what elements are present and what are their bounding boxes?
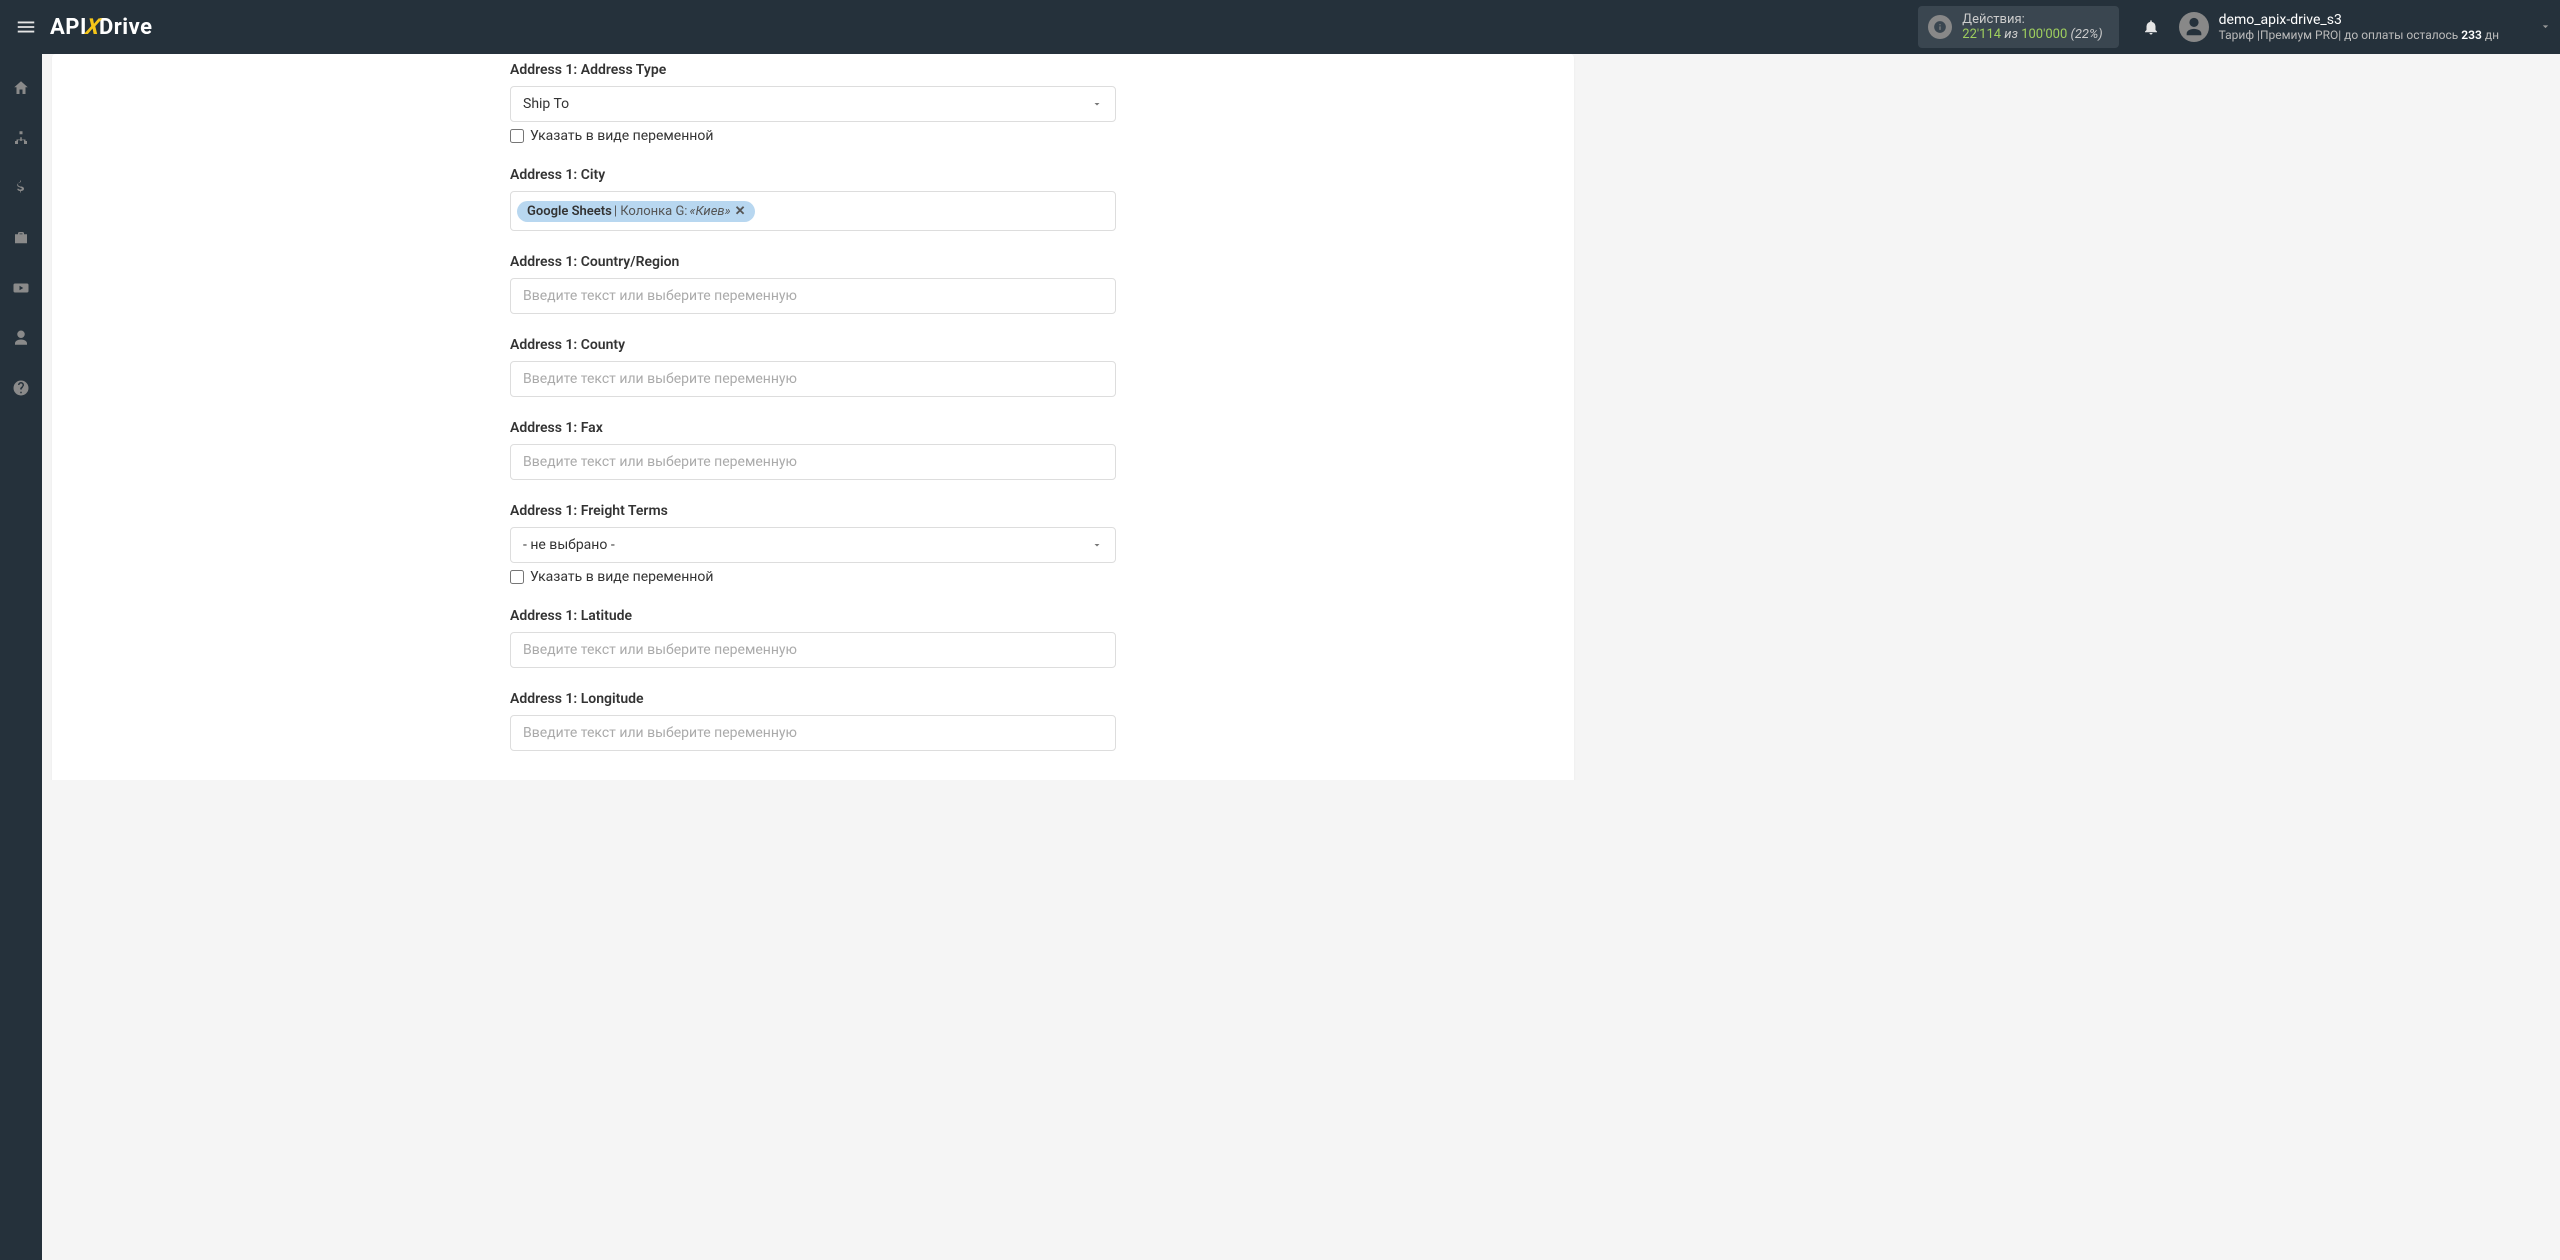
label-address-type: Address 1: Address Type xyxy=(510,62,1116,78)
field-longitude: Address 1: Longitude xyxy=(510,691,1116,751)
select-freight[interactable]: - не выбрано - xyxy=(510,527,1116,563)
input-latitude[interactable] xyxy=(510,632,1116,668)
logo[interactable]: API X Drive xyxy=(50,15,153,40)
actions-stats: 22'114 из 100'000 (22%) xyxy=(1962,27,2102,42)
field-city: Address 1: City Google Sheets | Колонка … xyxy=(510,167,1116,231)
input-country[interactable] xyxy=(510,278,1116,314)
bell-icon xyxy=(2142,18,2160,36)
actions-counter[interactable]: Действия: 22'114 из 100'000 (22%) xyxy=(1918,6,2118,48)
actions-title: Действия: xyxy=(1962,12,2102,27)
notifications-button[interactable] xyxy=(2131,18,2171,36)
hamburger-icon xyxy=(15,16,37,38)
chevron-down-icon xyxy=(2539,20,2552,33)
form-card: Address 1: Address Type Ship To Указать … xyxy=(52,54,1574,780)
input-fax[interactable] xyxy=(510,444,1116,480)
checkbox-freight-variable[interactable]: Указать в виде переменной xyxy=(510,569,1116,585)
logo-text-post: Drive xyxy=(99,15,153,40)
checkbox-input[interactable] xyxy=(510,129,524,143)
pill-remove[interactable]: ✕ xyxy=(735,204,746,219)
avatar xyxy=(2179,12,2209,42)
field-freight: Address 1: Freight Terms - не выбрано - … xyxy=(510,503,1116,585)
youtube-icon xyxy=(12,279,30,297)
info-icon xyxy=(1928,15,1952,39)
label-county: Address 1: County xyxy=(510,337,1116,353)
field-country: Address 1: Country/Region xyxy=(510,254,1116,314)
logo-text-pre: API xyxy=(50,15,87,40)
menu-button[interactable] xyxy=(8,9,44,45)
sidebar-item-connections[interactable] xyxy=(0,124,42,152)
field-address-type: Address 1: Address Type Ship To Указать … xyxy=(510,62,1116,144)
pill-city: Google Sheets | Колонка G: «Киев» ✕ xyxy=(517,201,755,222)
checkbox-input[interactable] xyxy=(510,570,524,584)
label-city: Address 1: City xyxy=(510,167,1116,183)
user-name: demo_apix-drive_s3 xyxy=(2219,12,2499,28)
select-value: - не выбрано - xyxy=(523,537,615,553)
topbar: API X Drive Действия: 22'114 из 100'000 … xyxy=(0,0,2560,54)
page-content: Address 1: Address Type Ship To Указать … xyxy=(42,54,1584,780)
select-value: Ship To xyxy=(523,96,569,112)
user-menu-chevron[interactable] xyxy=(2539,18,2552,37)
label-fax: Address 1: Fax xyxy=(510,420,1116,436)
dollar-icon xyxy=(12,179,30,197)
label-longitude: Address 1: Longitude xyxy=(510,691,1116,707)
select-address-type[interactable]: Ship To xyxy=(510,86,1116,122)
home-icon xyxy=(12,79,30,97)
briefcase-icon xyxy=(12,229,30,247)
sidebar xyxy=(0,54,42,1260)
sidebar-item-home[interactable] xyxy=(0,74,42,102)
label-freight: Address 1: Freight Terms xyxy=(510,503,1116,519)
help-icon xyxy=(12,379,30,397)
checkbox-address-type-variable[interactable]: Указать в виде переменной xyxy=(510,128,1116,144)
field-county: Address 1: County xyxy=(510,337,1116,397)
chevron-down-icon xyxy=(1091,98,1103,110)
user-info: demo_apix-drive_s3 Тариф |Премиум PRO| д… xyxy=(2219,12,2499,42)
field-fax: Address 1: Fax xyxy=(510,420,1116,480)
input-county[interactable] xyxy=(510,361,1116,397)
user-icon xyxy=(2183,16,2205,38)
sidebar-item-profile[interactable] xyxy=(0,324,42,352)
label-country: Address 1: Country/Region xyxy=(510,254,1116,270)
sidebar-item-briefcase[interactable] xyxy=(0,224,42,252)
sitemap-icon xyxy=(12,129,30,147)
input-longitude[interactable] xyxy=(510,715,1116,751)
field-latitude: Address 1: Latitude xyxy=(510,608,1116,668)
user-menu[interactable]: demo_apix-drive_s3 Тариф |Премиум PRO| д… xyxy=(2179,12,2499,42)
sidebar-item-help[interactable] xyxy=(0,374,42,402)
sidebar-item-video[interactable] xyxy=(0,274,42,302)
input-city[interactable]: Google Sheets | Колонка G: «Киев» ✕ xyxy=(510,191,1116,231)
label-latitude: Address 1: Latitude xyxy=(510,608,1116,624)
sidebar-item-billing[interactable] xyxy=(0,174,42,202)
user-icon xyxy=(12,329,30,347)
chevron-down-icon xyxy=(1091,539,1103,551)
user-tariff: Тариф |Премиум PRO| до оплаты осталось 2… xyxy=(2219,28,2499,42)
